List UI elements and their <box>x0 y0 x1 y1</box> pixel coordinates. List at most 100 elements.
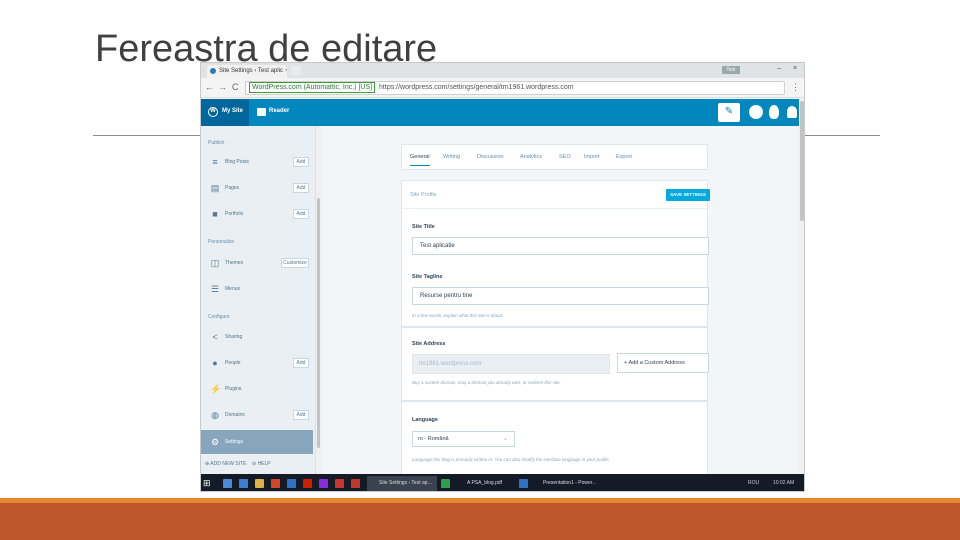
url-input[interactable]: WordPress.com (Automattic, Inc.) [US] ht… <box>245 81 785 95</box>
site-address-input[interactable]: tm1961.wordpress.com <box>412 354 610 374</box>
sidebar: Publish ≡ Blog Posts Add ▤ Pages Add ■ P… <box>201 126 316 474</box>
sidebar-item-pages[interactable]: ▤ Pages Add <box>201 179 313 199</box>
sidebar-item-plugins[interactable]: ⚡ Plugins <box>201 380 313 400</box>
word-icon[interactable] <box>287 479 296 488</box>
sidebar-item-people[interactable]: ● People Add <box>201 354 313 374</box>
add-custom-address-button[interactable]: + Add a Custom Address <box>617 353 709 373</box>
sidebar-heading-configure: Configure <box>208 314 230 320</box>
browser-tabstrip: Site Settings ‹ Test aplic × Test – × <box>201 63 804 78</box>
taskbar-window-chrome[interactable]: Site Settings ‹ Test ap… <box>367 476 437 491</box>
explorer-icon[interactable] <box>255 479 264 488</box>
sidebar-item-label: Plugins <box>225 386 242 392</box>
customize-button[interactable]: Customize <box>281 258 309 268</box>
sidebar-heading-publish: Publish <box>208 140 225 146</box>
add-page-button[interactable]: Add <box>293 183 309 193</box>
sidebar-item-label: Menus <box>225 286 241 292</box>
site-profile-heading: Site Profile <box>410 192 437 198</box>
write-post-button[interactable]: ✎ <box>718 103 740 122</box>
language-indicator[interactable]: ROU <box>748 480 759 486</box>
tab-import[interactable]: Import <box>584 154 600 160</box>
add-portfolio-button[interactable]: Add <box>293 209 309 219</box>
acrobat-icon[interactable] <box>335 479 344 488</box>
tab-seo[interactable]: SEO <box>559 154 571 160</box>
site-tagline-label: Site Tagline <box>412 274 443 280</box>
language-help-text: Language this blog is primarily written … <box>412 457 611 462</box>
browser-tab[interactable]: Site Settings ‹ Test aplic × <box>207 65 287 78</box>
language-label: Language <box>412 417 438 423</box>
sidebar-item-label: Themes <box>225 260 244 266</box>
sidebar-item-themes[interactable]: ◫ Themes Customize <box>201 254 313 274</box>
add-domain-button[interactable]: Add <box>293 410 309 420</box>
excel-icon[interactable] <box>441 479 450 488</box>
title-rule-left <box>93 135 200 136</box>
me-icon[interactable] <box>769 105 779 119</box>
browser-menu-icon[interactable]: ⋮ <box>791 82 800 93</box>
save-settings-button[interactable]: SAVE SETTINGS <box>666 189 710 201</box>
wordpress-logo-icon: W <box>208 107 218 117</box>
globe-icon: ◍ <box>211 410 219 420</box>
sidebar-footer: ⊕ ADD NEW SITE ⊘ HELP <box>205 461 271 467</box>
person-icon: ● <box>212 358 218 368</box>
taskbar-window-pdf[interactable]: A PSA_blog.pdf <box>455 476 515 491</box>
tab-discussion[interactable]: Discussion <box>477 154 504 160</box>
sidebar-item-label: Pages <box>225 185 240 191</box>
tab-general[interactable]: General <box>410 154 430 166</box>
back-button[interactable]: ← <box>205 82 214 92</box>
reader-link[interactable]: Reader <box>269 108 289 114</box>
plug-icon: ⚡ <box>210 384 222 394</box>
word-icon[interactable] <box>519 479 528 488</box>
edge-icon[interactable] <box>239 479 248 488</box>
minimize-button[interactable]: – <box>777 65 781 72</box>
sidebar-item-settings[interactable]: ⚙ Settings <box>201 430 313 454</box>
photoshop-icon[interactable] <box>319 479 328 488</box>
my-site-button[interactable]: W My Site <box>201 99 249 126</box>
sidebar-item-label: Settings <box>225 439 244 445</box>
address-help-text: Buy a custom domain, map a domain you al… <box>412 380 561 385</box>
site-tagline-input[interactable]: Resurse pentru tine <box>412 287 709 305</box>
share-icon: < <box>212 332 218 342</box>
language-select[interactable]: ro - Română ⌄ <box>412 431 515 447</box>
new-tab-button[interactable] <box>291 66 301 75</box>
app-icon[interactable] <box>271 479 280 488</box>
sidebar-item-blog-posts[interactable]: ≡ Blog Posts Add <box>201 153 313 173</box>
url-text: https://wordpress.com/settings/general/t… <box>379 84 574 91</box>
add-new-site-link[interactable]: ⊕ ADD NEW SITE <box>205 461 246 467</box>
help-link[interactable]: ⊘ HELP <box>252 461 271 467</box>
browser-user-badge[interactable]: Test <box>722 66 740 74</box>
window-close-button[interactable]: × <box>793 65 797 72</box>
sidebar-item-label: Portfolio <box>225 211 244 217</box>
my-site-label: My Site <box>222 108 244 114</box>
secure-site-label[interactable]: WordPress.com (Automattic, Inc.) [US] <box>249 82 376 93</box>
tab-export[interactable]: Export <box>616 154 632 160</box>
add-people-button[interactable]: Add <box>293 358 309 368</box>
browser-screenshot: Site Settings ‹ Test aplic × Test – × ← … <box>200 62 805 492</box>
site-profile-card: Site Profile SAVE SETTINGS Site Title Te… <box>401 180 710 327</box>
site-title-input[interactable]: Test aplicatie <box>412 237 709 255</box>
avatar[interactable] <box>749 105 763 119</box>
sidebar-item-portfolio[interactable]: ■ Portfolio Add <box>201 205 313 225</box>
sidebar-item-label: Sharing <box>225 334 243 340</box>
notifications-icon[interactable] <box>787 106 797 118</box>
tab-analytics[interactable]: Analytics <box>520 154 542 160</box>
sidebar-item-sharing[interactable]: < Sharing <box>201 328 313 348</box>
sidebar-item-domains[interactable]: ◍ Domains Add <box>201 406 313 426</box>
main-scrollbar-thumb[interactable] <box>800 101 804 221</box>
address-bar-row: ← → C WordPress.com (Automattic, Inc.) [… <box>201 78 804 98</box>
sidebar-item-menus[interactable]: ☰ Menus <box>201 280 313 300</box>
tab-close-icon[interactable]: × <box>285 68 287 74</box>
opera-icon[interactable] <box>303 479 312 488</box>
app-icon[interactable] <box>351 479 360 488</box>
sidebar-item-label: Domains <box>225 412 245 418</box>
reload-button[interactable]: C <box>232 82 239 92</box>
clock[interactable]: 10:02 AM <box>773 480 794 486</box>
wordpress-favicon-icon <box>210 68 216 74</box>
search-icon[interactable] <box>223 479 232 488</box>
language-card: Language ro - Română ⌄ Language this blo… <box>401 401 708 481</box>
chevron-down-icon: ⌄ <box>502 436 508 442</box>
windows-start-icon[interactable]: ⊞ <box>203 478 213 488</box>
sidebar-scrollbar-thumb[interactable] <box>317 198 320 448</box>
taskbar-window-powerpoint[interactable]: Presentation1 - Power… <box>531 476 596 491</box>
add-post-button[interactable]: Add <box>293 157 309 167</box>
forward-button[interactable]: → <box>218 82 227 92</box>
tab-writing[interactable]: Writing <box>443 154 460 160</box>
